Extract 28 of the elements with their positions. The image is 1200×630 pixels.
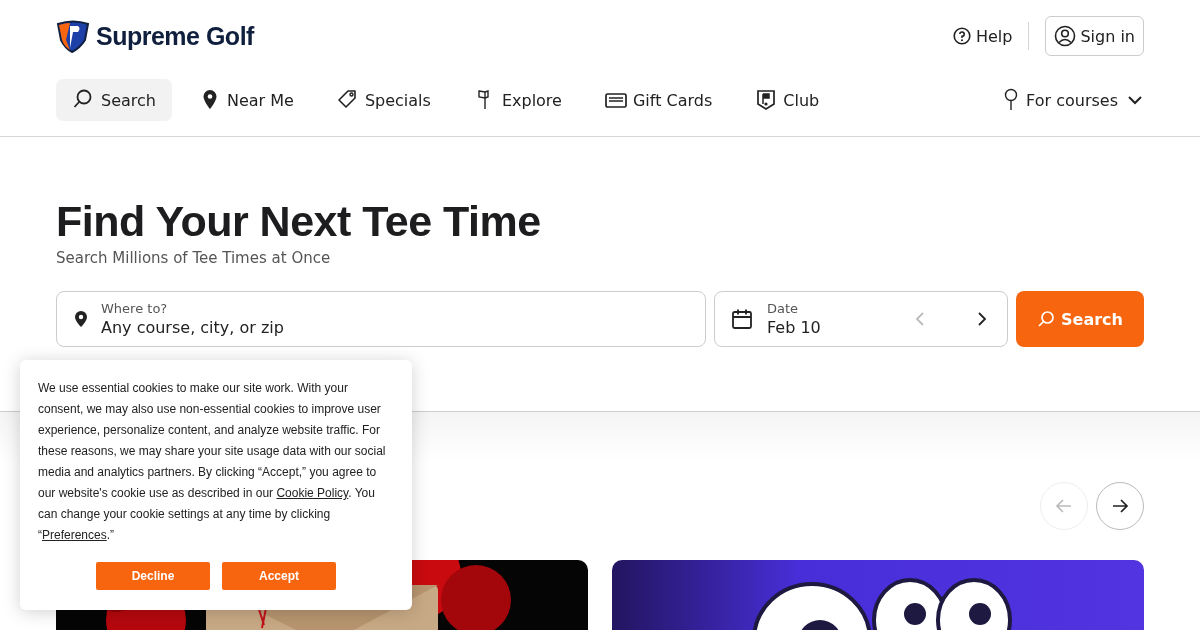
help-link[interactable]: Help: [952, 26, 1013, 46]
preferences-link[interactable]: Preferences: [42, 528, 107, 542]
logo-text[interactable]: Supreme Golf: [96, 21, 254, 51]
cookie-notice-text: We use essential cookies to make our site work. With your consent, we may also use non-essential cookies to improve user experience, personalize content, and analyze website traffic. For these reasons, we may share your site usage data with our social media and analytics partners. By clicking “Accept,” you agree to our website's cookie use as described in our Cookie Policy. You can change your cookie settings at any time by clicking “Preferences.”: [38, 380, 387, 544]
location-input[interactable]: Any course, city, or zip: [101, 318, 501, 337]
golf-tee-icon: [1004, 88, 1019, 112]
location-field[interactable]: Where to? Any course, city, or zip: [56, 291, 706, 347]
nav-tab[interactable]: Gift Cards: [587, 79, 729, 121]
search-icon: [1037, 310, 1056, 328]
field-label: Where to?: [101, 301, 169, 316]
for-courses-menu[interactable]: For courses: [1004, 88, 1144, 112]
nav-tab[interactable]: Explore: [456, 79, 578, 121]
nav-tab[interactable]: Search: [56, 79, 172, 121]
date-field[interactable]: Date Feb 10: [714, 291, 1008, 347]
help-icon: [952, 27, 971, 45]
shield-logo-icon: [56, 19, 90, 53]
nav-tab[interactable]: Near Me: [181, 79, 310, 121]
map-pin-icon: [73, 310, 89, 328]
nav-tab[interactable]: Specials: [319, 79, 447, 121]
nav-tab[interactable]: Club: [738, 79, 836, 121]
hero-title: Find Your Next Tee Time: [56, 196, 542, 247]
sign-in-button[interactable]: Sign in: [1045, 16, 1144, 56]
hero-subtitle: Search Millions of Tee Times at Once: [56, 249, 332, 267]
user-icon: [1054, 25, 1077, 47]
date-value: Feb 10: [767, 318, 822, 337]
calendar-icon: [731, 308, 753, 330]
date-label: Date: [767, 301, 800, 316]
next-button[interactable]: [1096, 482, 1144, 530]
